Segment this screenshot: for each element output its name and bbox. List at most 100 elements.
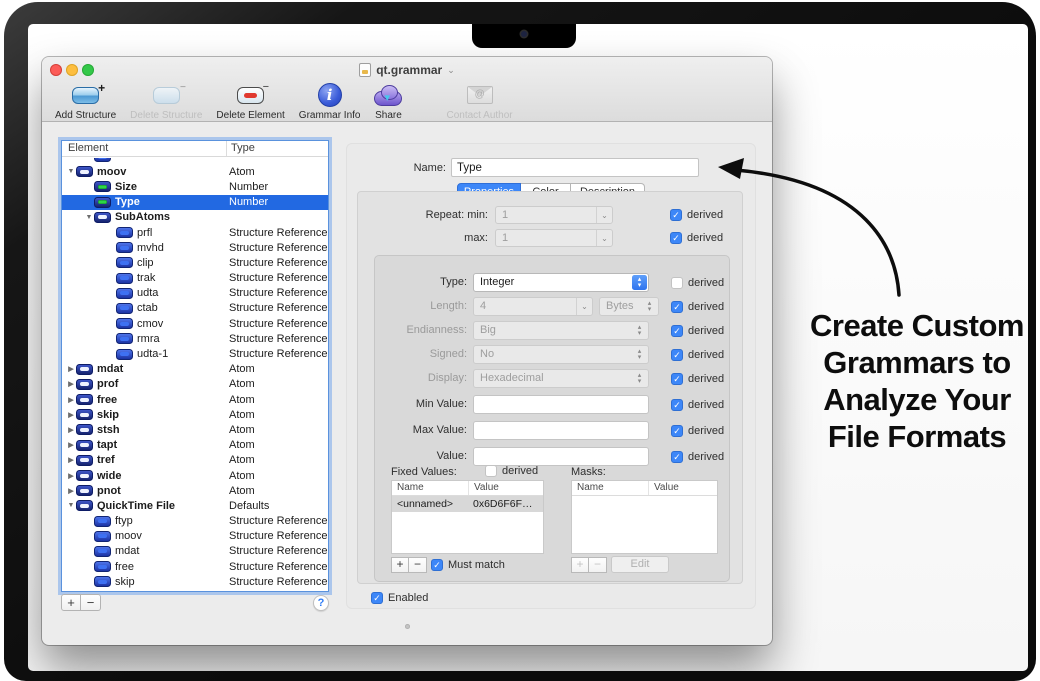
tree-row[interactable]: ▶freeAtom [62, 392, 328, 407]
tree-row[interactable]: trakStructure Reference [62, 271, 328, 286]
disclosure-triangle-icon[interactable]: ▶ [66, 472, 76, 480]
type-popup[interactable]: Integer▴▾ [473, 273, 649, 292]
repeat-derived-checkbox[interactable]: ✓derived [670, 208, 723, 222]
disclosure-triangle-icon[interactable]: ▶ [66, 426, 76, 434]
length-combo: 4⌄ [473, 297, 593, 316]
toolbar-delete-element-button[interactable]: −Delete Element [209, 81, 291, 121]
fixed-values-remove-button[interactable]: − [409, 557, 427, 573]
length-derived-checkbox[interactable]: ✓derived [671, 300, 724, 314]
tree-row[interactable]: skipStructure Reference [62, 574, 328, 589]
tree-element-name: Type [115, 196, 140, 208]
fixed-values-add-button[interactable]: + [391, 557, 409, 573]
tree-row[interactable]: ▶skipAtom [62, 407, 328, 422]
tree-row[interactable]: SizeNumber [62, 179, 328, 194]
length-derived-checkbox-box[interactable]: ✓ [671, 301, 683, 313]
tree-row[interactable]: ▶taptAtom [62, 438, 328, 453]
table-row[interactable]: <unnamed>0x6D6F6F… [392, 496, 543, 512]
fixed-values-derived-checkbox[interactable]: derived [485, 464, 538, 478]
popup-stepper-icon[interactable]: ▴▾ [632, 275, 647, 290]
enabled-checkbox[interactable]: ✓Enabled [371, 591, 428, 605]
display-derived-checkbox[interactable]: ✓derived [671, 372, 724, 386]
disclosure-triangle-icon[interactable]: ▶ [66, 487, 76, 495]
disclosure-triangle-icon[interactable]: ▶ [66, 396, 76, 404]
tree-row[interactable]: ▼QuickTime FileDefaults [62, 498, 328, 513]
splitter-handle[interactable] [405, 624, 410, 629]
tree-row[interactable]: mvhdStructure Reference [62, 240, 328, 255]
tree-row[interactable]: free Structure Reference [62, 559, 328, 574]
tree-row[interactable] [62, 589, 328, 591]
endianness-derived-checkbox[interactable]: ✓derived [671, 324, 724, 338]
max-value-field[interactable] [473, 421, 649, 440]
must-match-checkbox[interactable]: ✓Must match [431, 558, 505, 572]
remove-element-button[interactable]: − [81, 594, 101, 611]
disclosure-triangle-icon[interactable]: ▶ [66, 365, 76, 373]
add-element-button[interactable]: + [61, 594, 81, 611]
tree-row[interactable]: ▶stshAtom [62, 422, 328, 437]
disclosure-triangle-icon[interactable]: ▶ [66, 441, 76, 449]
tree-cell-element: ▶wide [62, 470, 226, 482]
title-chevron-down-icon[interactable]: ⌄ [447, 65, 455, 76]
enabled-checkbox-box[interactable]: ✓ [371, 592, 383, 604]
element-inspector-panel: Name: Properties Color Description Repea… [346, 143, 756, 609]
tree-row[interactable]: rmraStructure Reference [62, 331, 328, 346]
tree-row[interactable]: udtaStructure Reference [62, 286, 328, 301]
repeat-derived-checkbox-box[interactable]: ✓ [670, 209, 682, 221]
disclosure-triangle-icon[interactable]: ▶ [66, 380, 76, 388]
fixed-values-derived-checkbox-box[interactable] [485, 465, 497, 477]
disclosure-triangle-icon[interactable]: ▼ [66, 168, 76, 175]
toolbar-share-button[interactable]: Share [367, 81, 409, 121]
tree-row[interactable]: ▶mdatAtom [62, 362, 328, 377]
min-value-derived-checkbox[interactable]: ✓derived [671, 398, 724, 412]
masks-table[interactable]: NameValue [571, 480, 718, 554]
value-derived-checkbox[interactable]: ✓derived [671, 450, 724, 464]
tree-row[interactable]: cmovStructure Reference [62, 316, 328, 331]
tree-row[interactable]: ▶wideAtom [62, 468, 328, 483]
repeat-derived-checkbox-box[interactable]: ✓ [670, 232, 682, 244]
repeat-max-combo[interactable]: 1⌄ [495, 229, 613, 247]
tree-row[interactable]: ctabStructure Reference [62, 301, 328, 316]
tree-row[interactable]: ▼SubAtoms [62, 210, 328, 225]
name-field[interactable] [451, 158, 699, 177]
tree-row[interactable]: ▶profAtom [62, 377, 328, 392]
value-derived-checkbox-box[interactable]: ✓ [671, 451, 683, 463]
max-value-derived-checkbox[interactable]: ✓derived [671, 424, 724, 438]
tree-row[interactable]: clipStructure Reference [62, 255, 328, 270]
disclosure-triangle-icon[interactable]: ▼ [84, 214, 94, 221]
min-value-field[interactable] [473, 395, 649, 414]
disclosure-triangle-icon[interactable]: ▶ [66, 456, 76, 464]
tree-row[interactable]: ▼moovAtom [62, 164, 328, 179]
type-derived-checkbox[interactable]: derived [671, 276, 724, 290]
tree-row[interactable]: ▶trefAtom [62, 453, 328, 468]
tree-row[interactable]: TypeNumber [62, 195, 328, 210]
tree-row[interactable]: prflStructure Reference [62, 225, 328, 240]
column-divider[interactable] [226, 141, 227, 156]
min-value-derived-checkbox-box[interactable]: ✓ [671, 399, 683, 411]
signed-derived-checkbox-box[interactable]: ✓ [671, 349, 683, 361]
help-button[interactable]: ? [313, 595, 329, 611]
display-derived-checkbox-box[interactable]: ✓ [671, 373, 683, 385]
tree-row[interactable]: udta-1Structure Reference [62, 346, 328, 361]
tree-cell-type: Structure Reference [226, 561, 328, 573]
fixed-values-table[interactable]: NameValue<unnamed>0x6D6F6F… [391, 480, 544, 554]
tree-row[interactable]: mdatStructure Reference [62, 544, 328, 559]
tree-element-name: free [115, 561, 134, 573]
disclosure-triangle-icon[interactable]: ▶ [66, 411, 76, 419]
chevron-down-icon[interactable]: ⌄ [596, 207, 612, 223]
toolbar-label: Delete Element [216, 110, 284, 121]
toolbar-add-structure-button[interactable]: +Add Structure [48, 81, 123, 121]
atom-icon [116, 273, 133, 284]
tree-element-name: tref [97, 454, 115, 466]
tree-row[interactable]: moovStructure Reference [62, 529, 328, 544]
toolbar-grammar-info-button[interactable]: iGrammar Info [292, 81, 368, 121]
repeat-derived-checkbox[interactable]: ✓derived [670, 231, 723, 245]
must-match-checkbox-box[interactable]: ✓ [431, 559, 443, 571]
tree-row[interactable]: ▶pnotAtom [62, 483, 328, 498]
max-value-derived-checkbox-box[interactable]: ✓ [671, 425, 683, 437]
repeat-min-combo[interactable]: 1⌄ [495, 206, 613, 224]
tree-row[interactable]: ftypStructure Reference [62, 514, 328, 529]
disclosure-triangle-icon[interactable]: ▼ [66, 502, 76, 509]
signed-derived-checkbox[interactable]: ✓derived [671, 348, 724, 362]
endianness-derived-checkbox-box[interactable]: ✓ [671, 325, 683, 337]
type-derived-checkbox-box[interactable] [671, 277, 683, 289]
chevron-down-icon[interactable]: ⌄ [596, 230, 612, 246]
